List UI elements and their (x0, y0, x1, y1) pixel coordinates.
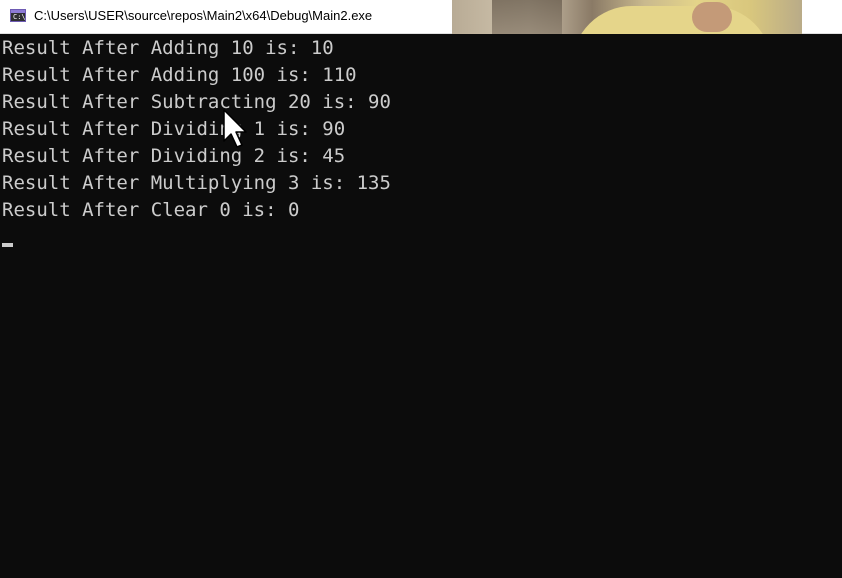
console-line: Result After Adding 10 is: 10 (2, 37, 334, 59)
console-line: Result After Adding 100 is: 110 (2, 64, 357, 86)
text-cursor (2, 243, 13, 247)
console-line: Result After Dividing 1 is: 90 (2, 118, 346, 140)
webcam-background (492, 0, 562, 38)
window-title: C:\Users\USER\source\repos\Main2\x64\Deb… (34, 8, 373, 23)
console-lines: Result After Adding 10 is: 10 Result Aft… (2, 35, 391, 224)
webcam-hand (692, 2, 732, 32)
console-app-icon-glyph: C:\ (13, 13, 26, 21)
console-line: Result After Subtracting 20 is: 90 (2, 91, 391, 113)
console-output-area[interactable]: Result After Adding 10 is: 10 Result Aft… (0, 34, 842, 578)
console-line: Result After Multiplying 3 is: 135 (2, 172, 391, 194)
webcam-overlay (452, 0, 802, 38)
console-app-icon: C:\ (10, 9, 26, 22)
console-line: Result After Dividing 2 is: 45 (2, 145, 346, 167)
screen: C:\ C:\Users\USER\source\repos\Main2\x64… (0, 0, 842, 578)
console-line: Result After Clear 0 is: 0 (2, 199, 300, 221)
arrow-cursor-icon (223, 109, 247, 148)
